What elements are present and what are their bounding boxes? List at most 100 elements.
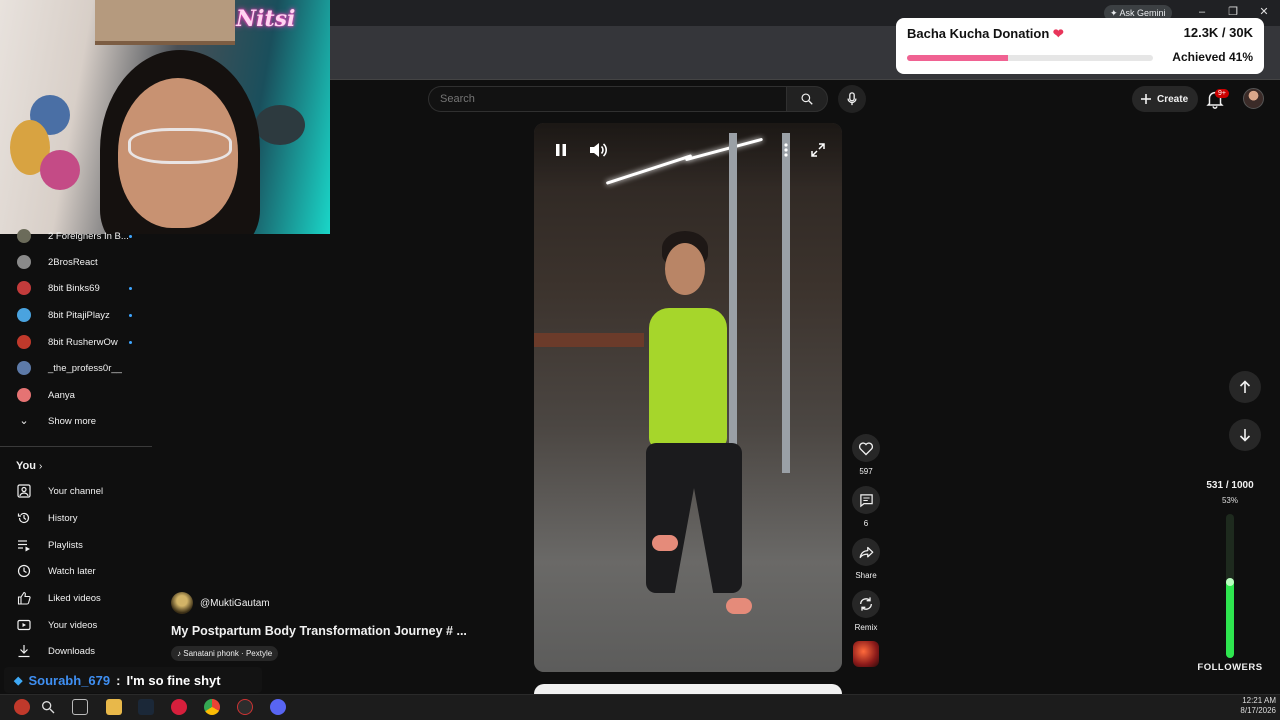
sidebar-subscription-item[interactable]: 2BrosReact	[0, 249, 152, 275]
obs-icon[interactable]	[237, 699, 253, 715]
sidebar-item-history[interactable]: History	[0, 505, 152, 531]
create-button[interactable]: Create	[1132, 86, 1199, 112]
opera-icon[interactable]	[171, 699, 187, 715]
subscription-name: Aanya	[48, 389, 75, 401]
you-heading-label: You	[16, 460, 36, 472]
sidebar-item-your-videos[interactable]: Your videos	[0, 612, 152, 638]
subscription-name: 8bit Binks69	[48, 282, 100, 294]
sidebar-item-label: Playlists	[48, 539, 83, 551]
thumbs-up-icon	[17, 591, 31, 605]
account-avatar[interactable]	[1243, 88, 1264, 109]
sidebar-subscription-item[interactable]: Aanya	[0, 382, 152, 408]
sidebar-subscription-item[interactable]: _the_profess0r__	[0, 355, 152, 381]
discord-icon[interactable]	[270, 699, 286, 715]
video-wooden-rail	[534, 333, 644, 347]
remix-label: Remix	[854, 623, 878, 632]
search-icon	[42, 701, 55, 714]
search-input[interactable]	[440, 87, 770, 111]
sidebar-subscription-item[interactable]: 8bit PitajiPlayz	[0, 302, 152, 328]
subscription-name: 2 Foreigners In B...	[48, 230, 129, 242]
sidebar-subscription-item[interactable]: 8bit RusherwOw	[0, 329, 152, 355]
donation-title: Bacha Kucha Donation ❤	[907, 26, 1064, 41]
task-view-icon[interactable]	[72, 699, 88, 715]
sidebar-item-downloads[interactable]: Downloads	[0, 638, 152, 664]
subscription-name: 8bit PitajiPlayz	[48, 309, 110, 321]
new-content-dot	[129, 234, 132, 238]
taskbar-search-button[interactable]	[40, 699, 56, 715]
video-gym-machine	[782, 133, 790, 473]
heart-outline-icon	[858, 441, 874, 455]
clock-time: 12:21 AM	[1242, 696, 1276, 705]
remix-icon	[860, 597, 872, 611]
steam-icon[interactable]	[138, 699, 154, 715]
pause-button[interactable]	[551, 140, 571, 160]
chevron-down-icon: ⌄	[19, 415, 29, 427]
donation-amount: 12.3K / 30K	[1183, 25, 1253, 40]
video-gym-machine	[729, 133, 737, 463]
taskbar-clock[interactable]: 12:21 AM 8/17/2026	[1230, 696, 1276, 716]
music-note-icon: ♪	[177, 649, 181, 658]
webcam-overlay	[0, 0, 330, 234]
sidebar-item-liked-videos[interactable]: Liked videos	[0, 585, 152, 611]
subscription-avatar	[17, 281, 31, 295]
sidebar-item-playlists[interactable]: Playlists	[0, 532, 152, 558]
volume-button[interactable]	[588, 140, 608, 160]
webcam-streamer-glasses	[128, 128, 232, 164]
notifications-badge: 9+	[1215, 89, 1229, 98]
sidebar-item-label: Your channel	[48, 485, 104, 497]
sound-chip[interactable]: ♪ Sanatani phonk · Pextyle	[171, 646, 279, 661]
fullscreen-button[interactable]	[808, 140, 828, 160]
taskbar-app-icon[interactable]	[14, 699, 30, 715]
show-more-label: Show more	[48, 415, 97, 427]
sidebar-divider	[0, 446, 152, 447]
sound-chip-label: Sanatani phonk · Pextyle	[183, 649, 273, 658]
show-more-button[interactable]: ⌄ Show more	[0, 408, 152, 434]
sidebar-item-watch-later[interactable]: Watch later	[0, 558, 152, 584]
share-label: Share	[855, 571, 877, 580]
taskbar	[0, 694, 1280, 720]
short-title[interactable]: My Postpartum Body Transformation Journe…	[171, 624, 467, 638]
playlists-icon	[17, 538, 31, 552]
next-short-button[interactable]	[1229, 419, 1261, 451]
streamer-logo: Nitsi	[236, 6, 296, 32]
video-person-shoe	[726, 598, 752, 614]
followers-progress-track	[1226, 514, 1234, 658]
next-short-preview[interactable]	[534, 684, 842, 694]
sidebar-item-your-channel[interactable]: Your channel	[0, 478, 152, 504]
subscription-avatar	[17, 335, 31, 349]
you-section-heading[interactable]: You ›	[16, 460, 42, 472]
share-button[interactable]	[852, 538, 880, 566]
new-content-dot	[129, 340, 132, 344]
subscription-avatar	[17, 229, 31, 243]
video-person-head	[665, 243, 705, 295]
search-button[interactable]	[786, 86, 828, 112]
shorts-video-player[interactable]	[534, 123, 842, 672]
followers-progress-knob	[1226, 577, 1234, 586]
channel-avatar[interactable]	[171, 592, 193, 614]
create-label: Create	[1157, 93, 1189, 105]
comment-icon	[859, 493, 873, 507]
voice-search-button[interactable]	[838, 85, 866, 113]
arrow-up-icon	[1239, 380, 1251, 393]
subscription-avatar	[17, 255, 31, 269]
subscription-avatar	[17, 308, 31, 322]
like-button[interactable]	[852, 434, 880, 462]
previous-short-button[interactable]	[1229, 371, 1261, 403]
remix-button[interactable]	[852, 590, 880, 618]
sidebar-subscription-item[interactable]: 8bit Binks69	[0, 275, 152, 301]
followers-label: FOLLOWERS	[1197, 662, 1263, 673]
chrome-icon[interactable]	[204, 699, 220, 715]
heart-icon: ❤	[1052, 26, 1064, 41]
sidebar-item-label: Watch later	[48, 565, 96, 577]
sound-thumbnail[interactable]	[853, 641, 879, 667]
clock-date: 8/17/2026	[1240, 706, 1276, 715]
sidebar-subscription-item[interactable]: 2 Foreigners In B...	[0, 223, 152, 249]
comments-button[interactable]	[852, 486, 880, 514]
subscription-avatar	[17, 388, 31, 402]
file-explorer-icon[interactable]	[106, 699, 122, 715]
subscription-name: _the_profess0r__	[48, 362, 122, 374]
channel-name[interactable]: @MuktiGautam	[200, 598, 270, 609]
user-icon	[17, 484, 31, 498]
ask-gemini-label: Ask Gemini	[1119, 8, 1166, 18]
more-options-button[interactable]	[776, 140, 796, 160]
